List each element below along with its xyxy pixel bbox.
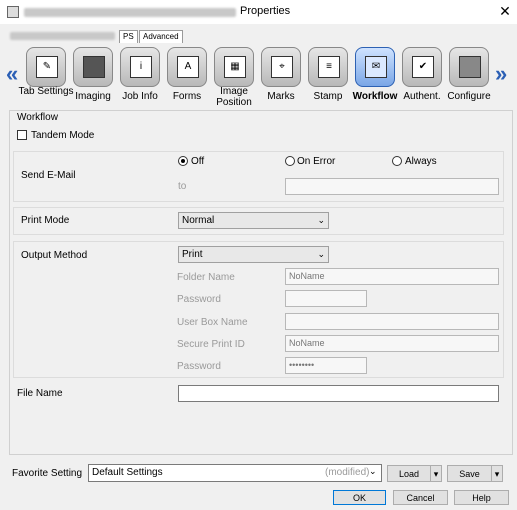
password-label: Password [177, 294, 221, 305]
favorite-setting-value: Default Settings [92, 467, 163, 478]
image-position-icon: ▦ [224, 56, 246, 78]
blurred-printer-name [24, 8, 236, 17]
ribbon-authentication[interactable]: ✔ [402, 47, 442, 87]
job-info-icon: i [130, 56, 152, 78]
ribbon-stamp[interactable]: ≡ [308, 47, 348, 87]
window-title: Properties [240, 5, 291, 17]
send-email-on-error-radio[interactable] [285, 156, 295, 166]
ribbon-tab-settings[interactable]: ✎ [26, 47, 66, 87]
configure-icon [459, 56, 481, 78]
favorite-setting-label: Favorite Setting [12, 468, 83, 479]
ribbon-job-info[interactable]: i [120, 47, 160, 87]
password-field[interactable] [285, 290, 367, 307]
nav-right-icon[interactable]: » [495, 61, 507, 87]
ok-button[interactable]: OK [333, 490, 386, 505]
ribbon-workflow[interactable]: ✉ [355, 47, 395, 87]
ribbon-image-position[interactable]: ▦ [214, 47, 254, 87]
save-button[interactable]: Save [447, 465, 492, 482]
authentication-icon: ✔ [412, 56, 434, 78]
file-name-label: File Name [17, 388, 63, 399]
save-dropdown-icon[interactable]: ▾ [491, 465, 503, 482]
favorite-setting-select[interactable]: Default Settings (modified) ⌄ [88, 464, 382, 482]
workflow-icon: ✉ [365, 56, 387, 78]
marks-icon: ⌖ [271, 56, 293, 78]
send-email-label: Send E-Mail [21, 170, 76, 181]
tab-settings-icon: ✎ [36, 56, 58, 78]
folder-name-label: Folder Name [177, 272, 235, 283]
load-button[interactable]: Load [387, 465, 431, 482]
tandem-mode-checkbox[interactable] [17, 130, 27, 140]
send-email-off-label: Off [191, 156, 205, 167]
chevron-down-icon: ⌄ [317, 249, 325, 259]
forms-icon: A [177, 56, 199, 78]
tab-advanced[interactable]: Advanced [139, 30, 183, 43]
send-email-off-radio[interactable] [178, 156, 188, 166]
stamp-icon: ≡ [318, 56, 340, 78]
blurred-tab-label [10, 32, 115, 40]
secure-print-id-label: Secure Print ID [177, 339, 245, 350]
ribbon-imaging[interactable] [73, 47, 113, 87]
send-email-to-field[interactable] [285, 178, 499, 195]
output-method-label: Output Method [21, 250, 88, 261]
ribbon-marks[interactable]: ⌖ [261, 47, 301, 87]
print-mode-value: Normal [182, 215, 215, 226]
secure-password-label: Password [177, 361, 221, 372]
help-button[interactable]: Help [454, 490, 509, 505]
workflow-group-label: Workflow [17, 112, 58, 123]
print-mode-label: Print Mode [21, 215, 70, 226]
folder-name-field[interactable]: NoName [285, 268, 499, 285]
chevron-down-icon: ⌄ [369, 466, 377, 476]
send-email-on-error-label: On Error [297, 156, 336, 167]
output-method-value: Print [182, 249, 203, 260]
send-email-always-label: Always [405, 156, 437, 167]
chevron-down-icon: ⌄ [317, 215, 325, 225]
send-email-to-label: to [178, 181, 187, 192]
tab-ps[interactable]: PS [119, 30, 138, 43]
close-icon[interactable]: ✕ [496, 2, 514, 20]
ribbon-label-configure: Configure [447, 91, 491, 102]
user-box-name-field[interactable] [285, 313, 499, 330]
ribbon-configure[interactable] [449, 47, 489, 87]
load-dropdown-icon[interactable]: ▾ [430, 465, 442, 482]
tandem-mode-label: Tandem Mode [31, 130, 95, 141]
nav-left-icon[interactable]: « [6, 61, 18, 87]
output-method-select[interactable]: Print ⌄ [178, 246, 329, 263]
printer-app-icon [7, 6, 19, 18]
imaging-icon [83, 56, 105, 78]
ribbon-forms[interactable]: A [167, 47, 207, 87]
favorite-setting-status: (modified) [325, 467, 370, 478]
print-mode-select[interactable]: Normal ⌄ [178, 212, 329, 229]
cancel-button[interactable]: Cancel [393, 490, 448, 505]
secure-print-id-field[interactable]: NoName [285, 335, 499, 352]
send-email-always-radio[interactable] [392, 156, 402, 166]
user-box-name-label: User Box Name [177, 317, 248, 328]
secure-password-field[interactable]: •••••••• [285, 357, 367, 374]
file-name-field[interactable] [178, 385, 499, 402]
